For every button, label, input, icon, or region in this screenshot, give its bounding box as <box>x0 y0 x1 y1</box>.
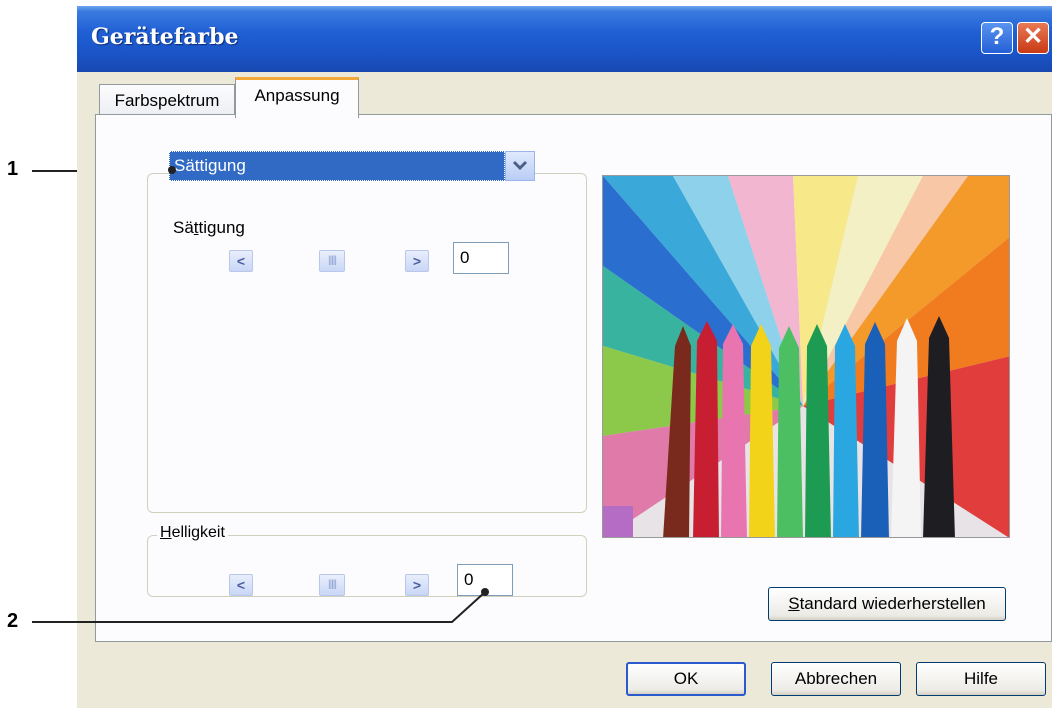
callout-2-number: 2 <box>7 610 19 632</box>
saturation-slider[interactable]: < ||||| > <box>229 250 441 274</box>
callout-1-number: 1 <box>7 158 19 180</box>
tab-anpassung[interactable]: Anpassung <box>235 77 359 118</box>
saturation-label: Sättigung <box>173 218 245 237</box>
title-bar[interactable]: Gerätefarbe ? ✕ <box>77 6 1052 72</box>
arrow-right-icon[interactable]: > <box>405 250 429 272</box>
close-icon[interactable]: ✕ <box>1017 22 1049 54</box>
cancel-button[interactable]: Abbrechen <box>771 662 901 696</box>
saturation-value-input[interactable]: 0 <box>453 242 509 274</box>
help-icon[interactable]: ? <box>981 22 1013 54</box>
brightness-label: Helligkeit <box>157 524 228 542</box>
callout-1-dot <box>168 166 176 174</box>
callout-2-line <box>32 588 489 623</box>
restore-defaults-button[interactable]: Standard wiederherstellen <box>768 587 1006 621</box>
chevron-down-icon[interactable] <box>505 151 535 181</box>
preview-image <box>602 175 1010 538</box>
help-button[interactable]: Hilfe <box>916 662 1046 696</box>
arrow-left-icon[interactable]: < <box>229 250 253 272</box>
adjust-mode-select[interactable]: Sättigung <box>169 151 505 181</box>
tab-farbspektrum[interactable]: Farbspektrum <box>99 84 235 116</box>
slider-thumb-icon[interactable]: ||||| <box>319 250 345 272</box>
dialog-title: Gerätefarbe <box>91 24 239 50</box>
ok-button[interactable]: OK <box>626 662 746 696</box>
